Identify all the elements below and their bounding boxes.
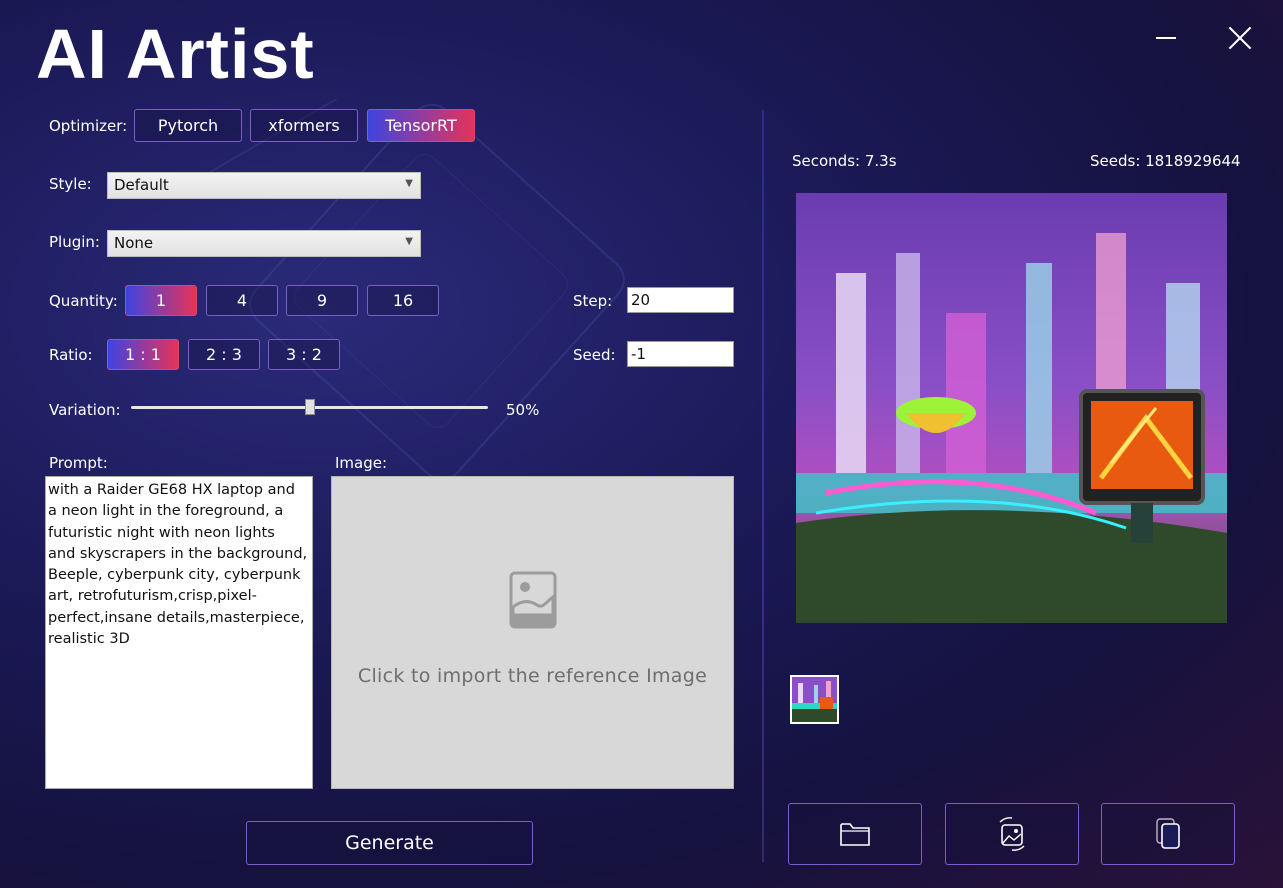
optimizer-xformers-button[interactable]: xformers [250,109,358,142]
minimize-button[interactable] [1150,20,1186,56]
copy-image-button[interactable] [1101,803,1235,865]
reference-image-dropzone[interactable]: Click to import the reference Image [331,476,734,789]
variation-label: Variation: [49,401,121,419]
style-label: Style: [49,175,92,193]
plugin-label: Plugin: [49,233,100,251]
variation-slider-thumb[interactable] [304,399,315,415]
step-input[interactable] [627,287,734,313]
plugin-select[interactable]: None ▼ [107,230,421,257]
optimizer-label: Optimizer: [49,117,128,135]
panel-divider [762,110,764,862]
style-select[interactable]: Default ▼ [107,172,421,199]
seed-label: Seed: [573,346,616,364]
result-thumbnail[interactable] [790,675,839,724]
copy-icon [1156,818,1180,849]
seeds-text: Seeds: 1818929644 [1090,152,1241,170]
chevron-down-icon: ▼ [405,236,413,247]
ratio-label: Ratio: [49,346,93,364]
generated-image[interactable] [796,193,1227,623]
prompt-textarea[interactable]: with a Raider GE68 HX laptop and a neon … [45,476,313,789]
generate-button[interactable]: Generate [246,821,533,865]
optimizer-tensorrt-button[interactable]: TensorRT [367,109,475,142]
image-swap-icon [999,817,1025,851]
image-label: Image: [335,454,388,472]
image-to-image-button[interactable] [945,803,1079,865]
seed-input[interactable] [627,341,734,367]
style-select-value: Default [114,176,169,194]
ratio-3-2-button[interactable]: 3 : 2 [268,339,340,370]
reference-image-placeholder-text: Click to import the reference Image [357,665,708,687]
folder-icon [840,823,870,846]
ratio-2-3-button[interactable]: 2 : 3 [188,339,260,370]
seconds-text: Seconds: 7.3s [792,152,897,170]
variation-value: 50% [506,401,540,419]
image-placeholder-icon [509,571,557,629]
chevron-down-icon: ▼ [405,178,413,189]
optimizer-pytorch-button[interactable]: Pytorch [134,109,242,142]
quantity-9-button[interactable]: 9 [286,285,358,316]
app-title: AI Artist [36,15,315,93]
close-button[interactable] [1222,20,1258,56]
quantity-1-button[interactable]: 1 [125,285,197,316]
open-folder-button[interactable] [788,803,922,865]
quantity-16-button[interactable]: 16 [367,285,439,316]
ratio-1-1-button[interactable]: 1 : 1 [107,339,179,370]
quantity-label: Quantity: [49,292,118,310]
step-label: Step: [573,292,613,310]
quantity-4-button[interactable]: 4 [206,285,278,316]
plugin-select-value: None [114,234,154,252]
prompt-label: Prompt: [49,454,108,472]
